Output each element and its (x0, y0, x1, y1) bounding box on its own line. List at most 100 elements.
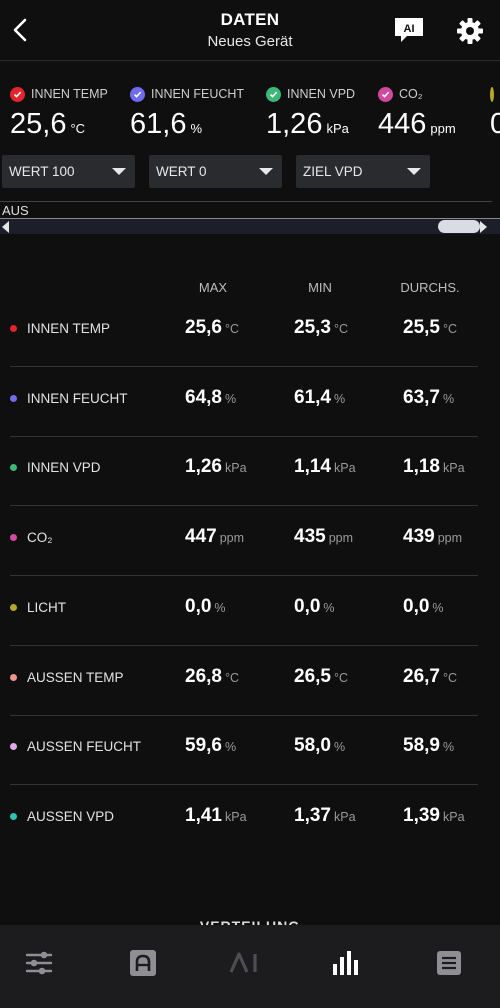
reading-unit: ppm (430, 121, 456, 136)
timeline-scrollbar[interactable] (0, 218, 500, 234)
reading-unit: % (190, 121, 203, 136)
reading-innen-vpd[interactable]: INNEN VPD 1,26 kPa (266, 84, 355, 141)
stats-value: 59,6 (185, 735, 222, 757)
column-header-min: MIN (308, 280, 332, 295)
reading-innen-feucht[interactable]: INNEN FEUCHT 61,6% (130, 84, 244, 141)
stats-unit: °C (224, 322, 240, 336)
reading-licht-partial[interactable]: 0 (490, 84, 500, 141)
stats-unit: °C (333, 670, 349, 685)
settings-button[interactable] (455, 16, 485, 46)
stats-cell-min: 0,0% (294, 596, 335, 618)
reading-unit: kPa (326, 121, 349, 136)
stats-unit: ppm (437, 531, 463, 546)
reading-co2[interactable]: CO₂ 446 ppm (378, 84, 456, 141)
stats-cell-avg: 1,18 kPa (403, 456, 465, 478)
caret-down-icon (112, 168, 126, 175)
page-title: DATEN (220, 10, 280, 29)
stats-cell-min: 26,5 °C (294, 666, 348, 688)
stats-unit: % (333, 391, 346, 406)
stats-cell-max: 0,0% (185, 596, 226, 618)
stats-value: 1,26 (185, 456, 222, 478)
stats-row: INNEN VPD 1,26 kPa 1,14 kPa 1,18 kPa (10, 436, 478, 507)
scroll-left-icon[interactable] (2, 221, 9, 233)
dropdown-wert-0[interactable]: WERT 0 (149, 155, 282, 188)
check-circle-icon (10, 86, 25, 102)
reading-label: INNEN FEUCHT (151, 87, 245, 101)
timeline-label: AUS (2, 203, 29, 218)
stats-cell-avg: 25,5 °C (403, 317, 457, 339)
stats-value: 435 (294, 526, 326, 548)
bar-chart-icon (333, 951, 358, 975)
stats-value: 58,9 (403, 735, 440, 757)
stats-value: 0,0 (185, 595, 212, 617)
stats-value: 26,5 (294, 665, 331, 687)
stats-row-label: INNEN VPD (27, 460, 101, 476)
series-dot (10, 603, 17, 611)
stats-value: 26,8 (185, 665, 222, 687)
stats-cell-min: 1,37 kPa (294, 805, 356, 827)
dropdown-label: WERT 0 (156, 164, 207, 179)
reading-innen-temp[interactable]: INNEN TEMP 25,6 °C (10, 84, 108, 141)
stats-row: LICHT 0,0% 0,0% 0,0% (10, 576, 478, 646)
ai-chat-button[interactable]: AI (393, 16, 425, 44)
stats-value: 64,8 (185, 386, 222, 408)
stats-value: 26,7 (403, 665, 440, 687)
stats-unit: % (224, 391, 237, 406)
stats-cell-max: 1,41 kPa (185, 805, 247, 827)
check-circle-icon (266, 86, 281, 102)
stats-value: 58,0 (294, 735, 331, 757)
stats-unit: % (442, 740, 455, 755)
ai-text-icon (229, 952, 257, 973)
reading-value: 0 (490, 108, 500, 140)
caret-down-icon (407, 168, 421, 175)
stats-cell-max: 59,6% (185, 735, 236, 757)
stats-unit: °C (442, 670, 458, 685)
stats-value: 1,18 (403, 456, 440, 478)
stats-row: AUSSEN VPD 1,41 kPa 1,37 kPa 1,39 kPa (10, 785, 478, 855)
stats-cell-max: 64,8% (185, 387, 236, 409)
nav-log[interactable] (424, 945, 474, 981)
bottom-nav (0, 925, 500, 1008)
timeline-divider (0, 201, 492, 202)
stats-unit: kPa (224, 461, 247, 476)
stats-cell-max: 1,26 kPa (185, 456, 247, 478)
nav-data[interactable] (321, 945, 371, 981)
nav-device[interactable] (118, 945, 168, 981)
reading-label: INNEN TEMP (31, 87, 108, 101)
stats-cell-max: 25,6 °C (185, 317, 239, 339)
stats-row-label: AUSSEN TEMP (27, 669, 124, 685)
stats-row: AUSSEN TEMP 26,8 °C 26,5 °C 26,7 °C (10, 646, 478, 716)
stats-cell-min: 58,0% (294, 735, 345, 757)
stats-cell-avg: 1,39 kPa (403, 805, 465, 827)
dropdown-wert-100[interactable]: WERT 100 (2, 155, 135, 188)
series-dot (10, 325, 17, 332)
stats-unit: kPa (333, 461, 356, 476)
stats-value: 0,0 (403, 595, 430, 617)
stats-row-label: INNEN FEUCHT (27, 390, 128, 406)
stats-unit: kPa (442, 461, 465, 476)
live-readings: INNEN TEMP 25,6 °C INNEN FEUCHT 61,6% INN… (0, 84, 500, 144)
stats-value: 1,39 (403, 804, 440, 826)
stats-value: 63,7 (403, 386, 440, 408)
device-name: Neues Gerät (207, 33, 293, 50)
check-circle-icon (130, 86, 145, 102)
caret-down-icon (259, 168, 273, 175)
header-divider (0, 60, 500, 61)
stats-row: INNEN TEMP 25,6 °C 25,3 °C 25,5 °C (10, 297, 478, 367)
scroll-right-icon[interactable] (480, 221, 487, 233)
stats-unit: ppm (328, 531, 354, 546)
dropdown-ziel-vpd[interactable]: ZIEL VPD (296, 155, 430, 188)
stats-cell-min: 25,3 °C (294, 317, 348, 339)
stats-value: 61,4 (294, 386, 331, 408)
reading-value: 446 (378, 108, 427, 140)
scroll-thumb[interactable] (438, 220, 480, 233)
series-dot (10, 812, 17, 820)
list-icon (437, 951, 461, 975)
column-header-avg: DURCHS. (400, 280, 460, 295)
nav-controls[interactable] (14, 945, 64, 981)
stats-row: AUSSEN FEUCHT 59,6% 58,0% 58,9% (10, 715, 478, 786)
stats-value: 439 (403, 526, 435, 548)
stats-row-label: INNEN TEMP (27, 321, 111, 336)
reading-value: 61,6 (130, 108, 187, 140)
nav-ai[interactable] (220, 945, 270, 981)
